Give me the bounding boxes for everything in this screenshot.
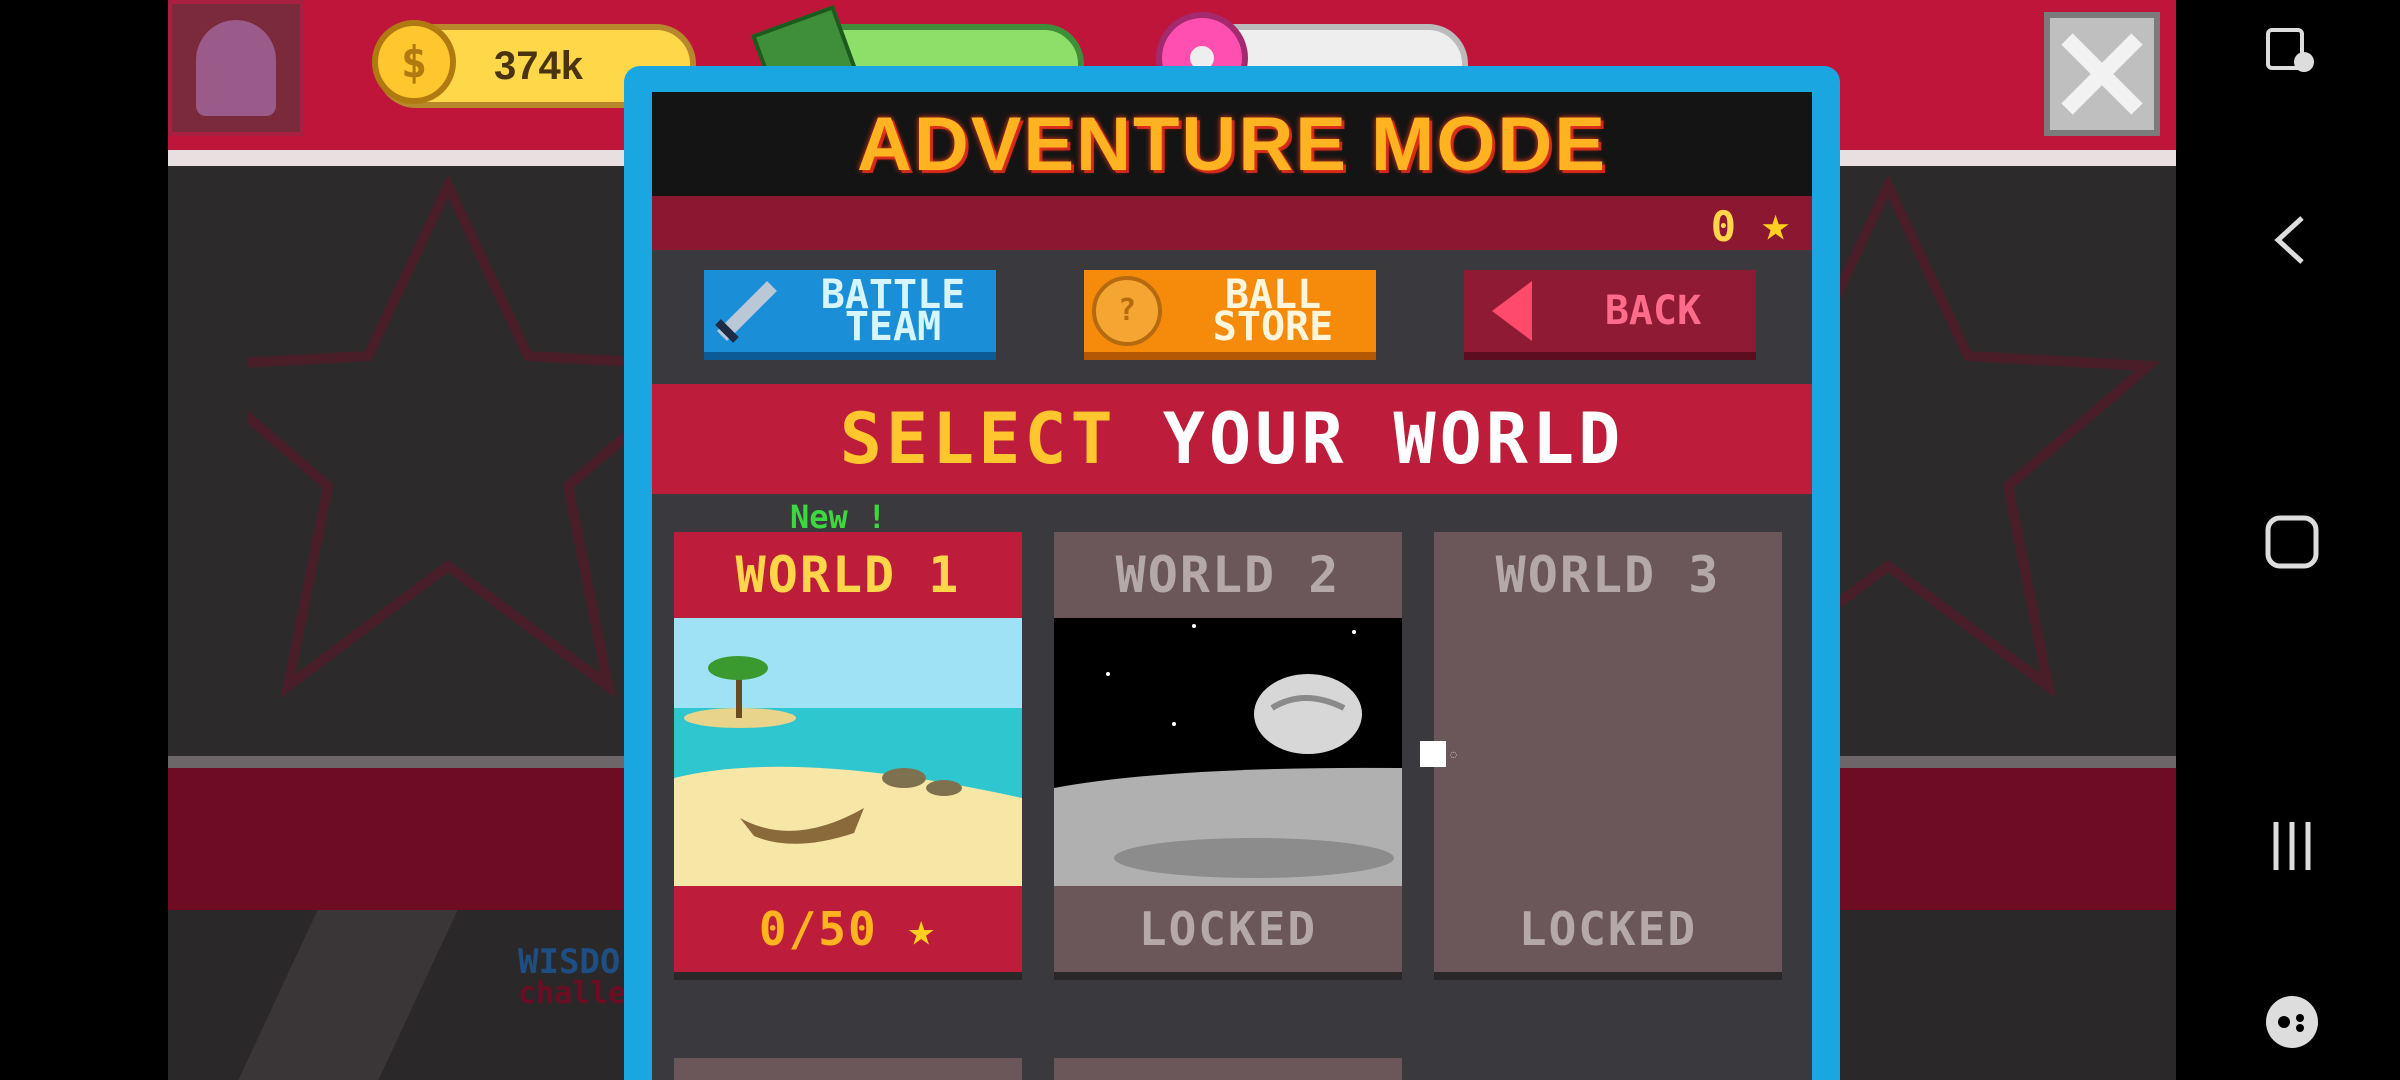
card-shadow (1434, 972, 1782, 980)
world-1-card[interactable]: WORLD 1 0/50 ★ (674, 532, 1022, 972)
recents-nav-icon[interactable] (2264, 818, 2320, 878)
select-word: SELECT (839, 398, 1117, 480)
world-1-stars: 0/50 (758, 902, 878, 956)
home-nav-icon[interactable] (2264, 514, 2320, 574)
back-arrow-wrap (1464, 268, 1550, 354)
world-1-progress: 0/50 ★ (674, 886, 1022, 972)
battle-team-button[interactable]: BATTLE TEAM (704, 270, 996, 360)
back-nav-icon[interactable] (2264, 212, 2320, 272)
challenge-text: challe (518, 976, 627, 1011)
loading-square (1420, 741, 1446, 767)
stars-count: 0 (1710, 202, 1736, 251)
coin-icon: $ (372, 20, 456, 104)
modal-title: ADVENTURE MODE (856, 101, 1608, 187)
loading-spinner-icon: ◌ (1450, 749, 1457, 759)
loading-indicator: ◌ (1416, 740, 1488, 768)
coin-value: 374k (494, 43, 583, 88)
ball-store-label: BALL STORE (1212, 272, 1334, 350)
world-5-card-peek[interactable] (1054, 1058, 1402, 1080)
world-1-star-icon: ★ (907, 902, 938, 956)
ball-icon-wrap: ? (1084, 268, 1170, 354)
modal-content: ADVENTURE MODE 0 ★ BATTLE TEAM ? BALL ST… (652, 92, 1812, 1080)
card-shadow (674, 972, 1022, 980)
sword-silhouette-icon (238, 910, 458, 1080)
world-4-card-peek[interactable] (674, 1058, 1022, 1080)
sword-icon (704, 268, 790, 354)
world-2-image (1054, 618, 1402, 886)
modal-title-bar: ADVENTURE MODE (652, 92, 1812, 196)
world-2-title: WORLD 2 (1115, 546, 1341, 604)
game-launcher-icon[interactable] (2264, 994, 2320, 1054)
star-icon: ★ (1761, 196, 1790, 252)
close-icon (2061, 33, 2143, 115)
world-2-status: LOCKED (1138, 902, 1318, 956)
adventure-mode-modal: ADVENTURE MODE 0 ★ BATTLE TEAM ? BALL ST… (624, 66, 1840, 1080)
back-arrow-icon (1492, 281, 1532, 341)
new-tag: New ! (790, 498, 887, 536)
avatar-figure-icon (196, 20, 276, 116)
world-2-card[interactable]: WORLD 2 LOCKED (1054, 532, 1402, 972)
stars-bar: 0 ★ (652, 196, 1812, 252)
android-nav-bar (2176, 0, 2400, 1080)
ball-icon: ? (1092, 276, 1162, 346)
card-shadow (1054, 972, 1402, 980)
ball-store-button[interactable]: ? BALL STORE (1084, 270, 1376, 360)
battle-team-label: BATTLE TEAM (820, 272, 966, 350)
back-button[interactable]: BACK (1464, 270, 1756, 360)
select-world-banner: SELECT YOUR WORLD (652, 384, 1812, 494)
world-1-image (674, 618, 1022, 886)
player-avatar[interactable] (168, 0, 304, 136)
screen-tool-icon[interactable] (2264, 24, 2320, 84)
your-world-words: YOUR WORLD (1162, 398, 1625, 480)
world-1-title: WORLD 1 (735, 546, 961, 604)
world-3-title: WORLD 3 (1495, 546, 1721, 604)
close-button[interactable] (2044, 12, 2160, 136)
back-label: BACK (1604, 288, 1702, 334)
world-3-status: LOCKED (1518, 902, 1698, 956)
